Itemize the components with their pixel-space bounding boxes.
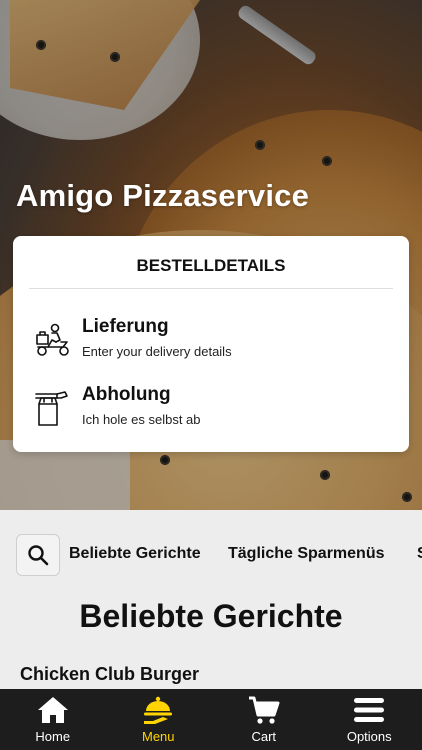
order-details-card: BESTELLDETAILS Lieferung Enter your deli… <box>13 236 409 452</box>
tab-label: Cart <box>251 729 277 744</box>
card-title: BESTELLDETAILS <box>136 256 286 275</box>
cart-icon <box>248 696 280 724</box>
tab-options[interactable]: Options <box>324 689 414 750</box>
delivery-subtitle: Enter your delivery details <box>82 344 232 359</box>
tab-menu[interactable]: Menu <box>113 689 203 750</box>
delivery-title: Lieferung <box>82 316 169 337</box>
category-tab[interactable]: S <box>417 545 422 563</box>
tab-label: Options <box>346 729 392 744</box>
tab-label: Menu <box>141 729 175 744</box>
restaurant-name: Amigo Pizzaservice <box>16 178 310 213</box>
divider <box>29 288 393 289</box>
takeaway-bag-icon <box>35 391 68 426</box>
tab-home[interactable]: Home <box>8 689 98 750</box>
pickup-title: Abholung <box>82 384 171 405</box>
bottom-tab-bar: Home Menu Cart Options <box>0 689 422 750</box>
menu-serving-icon <box>144 696 173 724</box>
category-tab[interactable]: Tägliche Sparmenüs <box>228 545 385 563</box>
hamburger-icon <box>354 698 385 722</box>
search-icon <box>28 545 49 566</box>
category-tab[interactable]: Beliebte Gerichte <box>69 545 201 563</box>
tab-cart[interactable]: Cart <box>219 689 309 750</box>
dish-item-title[interactable]: Chicken Club Burger <box>20 664 199 685</box>
delivery-option[interactable]: Lieferung Enter your delivery details <box>13 314 409 374</box>
delivery-scooter-icon <box>36 323 69 356</box>
home-icon <box>37 697 68 723</box>
tab-label: Home <box>35 729 71 744</box>
section-title: Beliebte Gerichte <box>79 598 343 634</box>
category-bar: Beliebte Gerichte Tägliche Sparmenüs S <box>0 534 422 578</box>
pickup-subtitle: Ich hole es selbst ab <box>82 412 201 427</box>
menu-section: Beliebte Gerichte Tägliche Sparmenüs S B… <box>0 510 422 690</box>
pickup-option[interactable]: Abholung Ich hole es selbst ab <box>13 382 409 442</box>
search-button[interactable] <box>16 534 60 576</box>
